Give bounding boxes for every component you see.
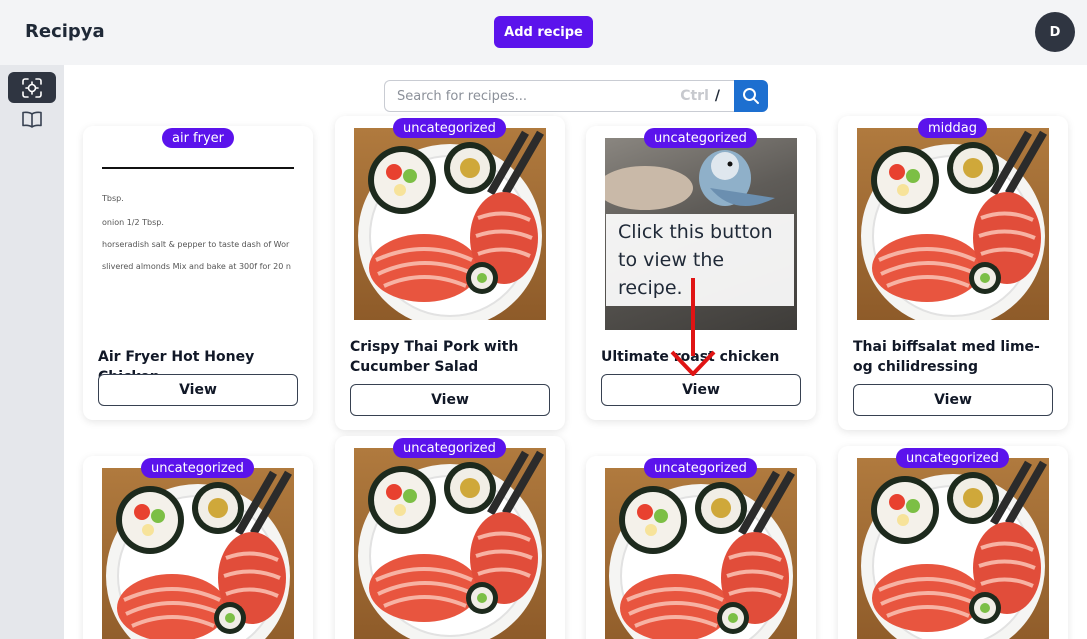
app-title[interactable]: Recipya [25, 21, 105, 42]
category-badge: uncategorized [644, 458, 757, 478]
recipe-image[interactable] [857, 458, 1049, 639]
category-badge: middag [918, 118, 987, 138]
category-badge: uncategorized [393, 438, 506, 458]
recipe-image[interactable] [102, 468, 294, 639]
recipe-card: uncategorized [335, 436, 565, 639]
recipe-card: uncategorized [838, 446, 1068, 639]
divider [102, 167, 294, 169]
scan-focus-icon [22, 77, 42, 98]
search-input[interactable] [385, 81, 665, 111]
open-book-icon [22, 111, 42, 128]
search-icon [743, 88, 759, 104]
recipe-card: air fryer Tbsp. onion 1/2 Tbsp. horserad… [83, 126, 313, 420]
category-badge: uncategorized [644, 128, 757, 148]
category-badge: uncategorized [141, 458, 254, 478]
arrow-down-icon [670, 278, 716, 376]
view-recipe-button[interactable]: View [853, 384, 1053, 416]
view-recipe-button[interactable]: View [601, 374, 801, 406]
sidebar-item-scan[interactable] [8, 72, 56, 103]
recipe-card: uncategorized [83, 456, 313, 639]
keyboard-shortcut-hint: Ctrl / [680, 88, 720, 104]
recipe-title[interactable]: Crispy Thai Pork with Cucumber Salad [350, 337, 560, 377]
recipe-image[interactable] [354, 128, 546, 320]
recipe-title[interactable]: Thai biffsalat med lime- og chilidressin… [853, 337, 1063, 377]
add-recipe-button[interactable]: Add recipe [494, 16, 593, 48]
sidebar [0, 65, 64, 639]
sidebar-item-cookbooks[interactable] [8, 104, 56, 135]
recipe-card: uncategorized Crispy Thai Pork with Cucu… [335, 116, 565, 430]
view-recipe-button[interactable]: View [350, 384, 550, 416]
recipe-card: middag Thai biffsalat med lime- og chili… [838, 116, 1068, 430]
top-bar: Recipya Add recipe D [0, 0, 1087, 65]
avatar[interactable]: D [1035, 12, 1075, 52]
search-button[interactable] [734, 80, 768, 112]
category-badge: uncategorized [393, 118, 506, 138]
doc-line: slivered almonds Mix and bake at 300f fo… [102, 262, 291, 271]
search-field: Ctrl / [384, 80, 734, 112]
recipe-image[interactable] [605, 468, 797, 639]
view-recipe-button[interactable]: View [98, 374, 298, 406]
doc-line: onion 1/2 Tbsp. [102, 218, 164, 227]
shortcut-ctrl: Ctrl [680, 88, 709, 104]
category-badge: air fryer [162, 128, 235, 148]
recipe-image[interactable]: Tbsp. onion 1/2 Tbsp. horseradish salt &… [102, 134, 294, 326]
category-badge: uncategorized [896, 448, 1009, 468]
shortcut-slash: / [714, 88, 720, 104]
recipe-card: uncategorized [586, 456, 816, 639]
doc-line: Tbsp. [102, 194, 124, 203]
doc-line: horseradish salt & pepper to taste dash … [102, 240, 290, 249]
recipe-image[interactable] [354, 448, 546, 639]
search-bar: Ctrl / [384, 80, 768, 112]
recipe-image[interactable] [857, 128, 1049, 320]
